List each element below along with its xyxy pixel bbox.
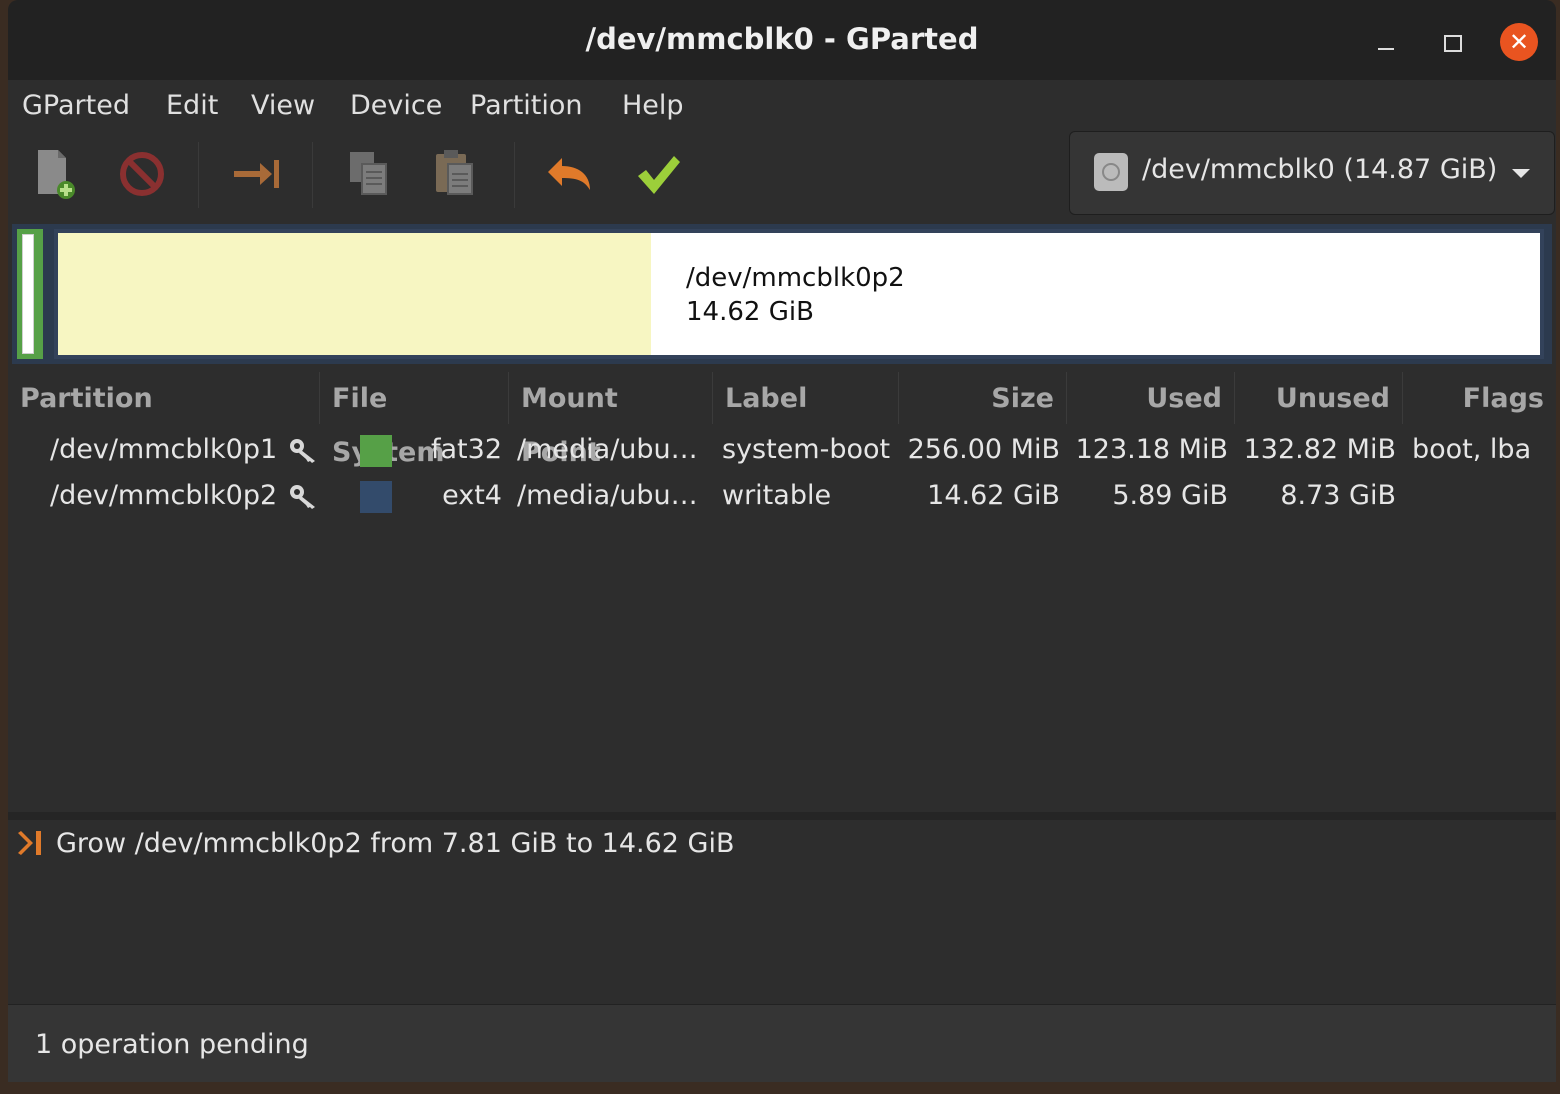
apply-icon (638, 156, 680, 194)
table-row[interactable]: /dev/mmcblk0p1 fat32 /media/ubu… system-… (8, 427, 1556, 473)
partition-2-size: 14.62 GiB (686, 297, 814, 327)
toolbar-separator (198, 142, 199, 208)
device-selector-label: /dev/mmcblk0 (14.87 GiB) (1142, 154, 1498, 185)
partition-flags: boot, lba (1412, 434, 1532, 465)
toolbar-separator (312, 142, 313, 208)
filesystem: fat32 (431, 434, 502, 465)
status-bar: 1 operation pending (8, 1004, 1556, 1082)
paste-button[interactable] (428, 144, 488, 204)
new-partition-button[interactable] (28, 144, 88, 204)
column-header-label[interactable]: Label (713, 372, 899, 424)
toolbar-separator (514, 142, 515, 208)
undo-icon (548, 158, 590, 190)
disk-map: /dev/mmcblk0p2 14.62 GiB (12, 224, 1552, 364)
menu-view[interactable]: View (251, 90, 315, 121)
partition-2-used-space (58, 233, 651, 355)
copy-icon (350, 152, 387, 195)
paste-icon (436, 150, 473, 195)
operation-text: Grow /dev/mmcblk0p2 from 7.81 GiB to 14.… (56, 828, 735, 859)
device-selector[interactable]: /dev/mmcblk0 (14.87 GiB) (1069, 131, 1555, 215)
window-title: /dev/mmcblk0 - GParted (585, 22, 979, 56)
mount-point: /media/ubu… (517, 480, 698, 511)
delete-icon (120, 152, 164, 196)
toolbar: /dev/mmcblk0 (14.87 GiB) (8, 130, 1556, 218)
column-header-unused[interactable]: Unused (1235, 372, 1403, 424)
partition-size: 256.00 MiB (907, 434, 1060, 465)
menu-bar: GParted Edit View Device Partition Help (8, 80, 1556, 130)
menu-edit[interactable]: Edit (166, 90, 218, 121)
partition-name: /dev/mmcblk0p1 (50, 434, 278, 465)
partition-2-free-space (651, 233, 1540, 355)
partition-table: Partition File System Mount Point Label … (8, 372, 1556, 812)
status-text: 1 operation pending (35, 1029, 309, 1060)
resize-move-icon (18, 831, 41, 855)
partition-2-name: /dev/mmcblk0p2 (686, 263, 905, 293)
partition-unused: 8.73 GiB (1280, 480, 1396, 511)
filesystem-color-swatch (360, 481, 392, 513)
pending-operations-list: Grow /dev/mmcblk0p2 from 7.81 GiB to 14.… (8, 820, 1556, 1004)
disk-icon (1094, 153, 1128, 191)
menu-gparted[interactable]: GParted (22, 90, 130, 121)
copy-button[interactable] (342, 144, 402, 204)
menu-partition[interactable]: Partition (470, 90, 583, 121)
partition-label: system-boot (722, 434, 891, 465)
chevron-down-icon (1512, 169, 1530, 178)
column-header-file-system[interactable]: File System (320, 372, 509, 468)
resize-move-button[interactable] (226, 144, 286, 204)
delete-partition-button[interactable] (112, 144, 172, 204)
resize-move-icon (234, 160, 279, 188)
column-header-mount-point[interactable]: Mount Point (509, 372, 713, 468)
filesystem: ext4 (442, 480, 502, 511)
menu-help[interactable]: Help (622, 90, 684, 121)
minimize-button[interactable] (1365, 22, 1405, 62)
partition-name: /dev/mmcblk0p2 (50, 480, 278, 511)
apply-button[interactable] (628, 144, 688, 204)
disk-map-partition-1[interactable] (17, 229, 43, 359)
maximize-button[interactable] (1433, 22, 1473, 62)
partition-used: 123.18 MiB (1075, 434, 1228, 465)
table-row[interactable]: /dev/mmcblk0p2 ext4 /media/ubu… writable… (8, 473, 1556, 519)
column-header-used[interactable]: Used (1067, 372, 1235, 424)
undo-button[interactable] (540, 144, 600, 204)
mount-point: /media/ubu… (517, 434, 698, 465)
pane-divider[interactable] (8, 812, 1556, 820)
column-header-partition[interactable]: Partition (8, 372, 320, 424)
key-icon (290, 485, 315, 509)
column-header-flags[interactable]: Flags (1403, 372, 1556, 424)
disk-map-partition-2[interactable]: /dev/mmcblk0p2 14.62 GiB (54, 229, 1544, 359)
partition-label: writable (722, 480, 832, 511)
close-button[interactable]: ✕ (1500, 23, 1538, 61)
filesystem-color-swatch (360, 435, 392, 467)
gparted-window: /dev/mmcblk0 - GParted ✕ GParted Edit Vi… (8, 0, 1556, 1082)
partition-1-usage (22, 234, 34, 354)
menu-device[interactable]: Device (350, 90, 442, 121)
title-bar[interactable]: /dev/mmcblk0 - GParted ✕ (8, 0, 1556, 80)
column-header-size[interactable]: Size (899, 372, 1067, 424)
new-partition-icon (38, 150, 75, 199)
partition-unused: 132.82 MiB (1243, 434, 1396, 465)
partition-used: 5.89 GiB (1112, 480, 1228, 511)
key-icon (290, 439, 315, 463)
partition-size: 14.62 GiB (927, 480, 1060, 511)
